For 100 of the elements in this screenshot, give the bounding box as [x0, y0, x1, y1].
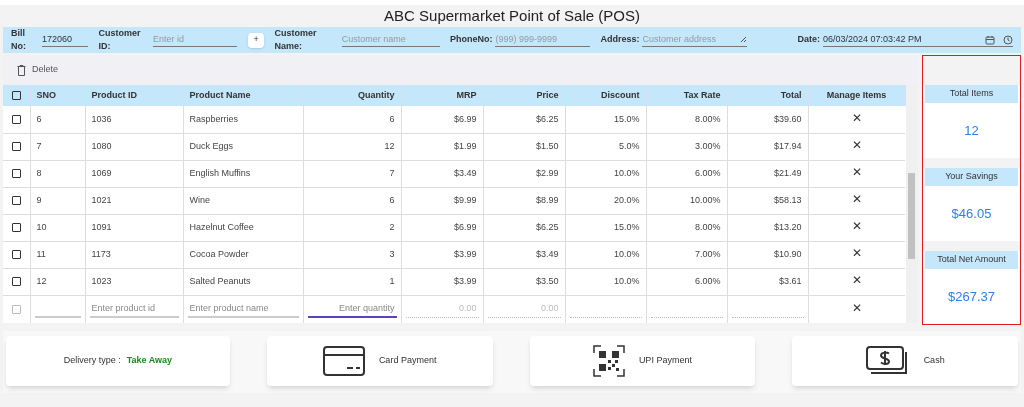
table-cell: 1069 — [91, 167, 112, 178]
table-cell: 8.00% — [694, 221, 721, 232]
checkbox[interactable] — [11, 250, 21, 259]
table-cell: 12 — [36, 275, 47, 286]
checkbox[interactable] — [11, 142, 21, 151]
payment-button[interactable]: UPI Payment — [529, 336, 756, 386]
input-field[interactable]: 06/03/2024 07:03:42 PM — [823, 33, 1013, 47]
table-cell: 8.00% — [694, 113, 721, 124]
remove-item-button[interactable]: ✕ — [851, 139, 862, 152]
table-cell: 7 — [389, 167, 395, 178]
table-cell: Salted Peanuts — [189, 275, 251, 286]
summary-value: $267.37 — [948, 287, 995, 306]
remove-item-button[interactable]: ✕ — [851, 247, 862, 260]
input-field[interactable]: 172060 — [42, 33, 89, 47]
column-header: Manage Items — [826, 89, 887, 100]
qr-code-icon — [592, 345, 625, 377]
payment-button[interactable]: Card Payment — [266, 336, 493, 386]
remove-item-button[interactable]: ✕ — [851, 193, 862, 206]
table-cell: $9.99 — [453, 194, 477, 205]
table-cell: Duck Eggs — [189, 140, 234, 151]
table-cell: $3.99 — [453, 248, 477, 259]
table-cell: 2 — [389, 221, 395, 232]
field-label: Date: — [797, 33, 820, 47]
table-cell: 20.0% — [613, 194, 640, 205]
checkbox[interactable] — [11, 304, 21, 314]
table-cell: 1036 — [91, 113, 112, 124]
table-cell: $6.99 — [453, 113, 477, 124]
column-header: Discount — [601, 89, 640, 100]
remove-item-button[interactable]: ✕ — [851, 220, 862, 233]
table-cell: 6 — [389, 113, 395, 124]
table-cell: 12 — [384, 140, 395, 151]
table-cell: 1021 — [91, 194, 112, 205]
table-cell: $39.60 — [773, 113, 802, 124]
window-title: ABC Supermarket Point of Sale (POS) — [384, 5, 640, 26]
clock-icon[interactable] — [1003, 34, 1013, 45]
column-header: Total — [780, 89, 802, 100]
delivery-label: Delivery type : — [63, 354, 121, 368]
remove-item-button[interactable]: ✕ — [851, 166, 862, 179]
table-cell: $6.25 — [535, 113, 559, 124]
table-cell: Cocoa Powder — [189, 248, 249, 259]
column-header: Product Name — [189, 89, 251, 100]
table-cell: 3 — [389, 248, 395, 259]
remove-item-button[interactable]: ✕ — [851, 302, 862, 314]
table-cell: 1080 — [91, 140, 112, 151]
table-cell: $3.99 — [453, 275, 477, 286]
table-cell: 1173 — [91, 248, 111, 259]
field-label: Bill No: — [11, 26, 27, 53]
input-field[interactable]: Enter product name — [187, 300, 299, 318]
credit-card-icon — [322, 346, 365, 376]
table-cell: $3.49 — [453, 167, 477, 178]
column-header: SNO — [36, 89, 56, 100]
checkbox[interactable] — [11, 223, 21, 232]
table-cell: Wine — [189, 194, 210, 205]
table-cell: $6.99 — [453, 221, 477, 232]
table-cell: $10.90 — [773, 248, 802, 259]
checkbox[interactable] — [11, 91, 21, 100]
delivery-value: Take Away — [126, 354, 173, 368]
column-header: Quantity — [358, 89, 395, 100]
add-customer-button[interactable]: + — [247, 32, 265, 48]
table-cell: 10.00% — [689, 194, 721, 205]
column-header: Product ID — [91, 89, 137, 100]
table-cell: 3.00% — [694, 140, 721, 151]
table-cell: 7 — [36, 140, 42, 151]
table-cell: $2.99 — [535, 167, 559, 178]
table-cell: $3.50 — [535, 275, 559, 286]
table-cell: 6.00% — [694, 167, 721, 178]
checkbox[interactable] — [11, 114, 21, 124]
table-cell: English Muffins — [189, 167, 251, 178]
table-cell: 6 — [36, 113, 42, 124]
table-cell: Raspberries — [189, 113, 239, 124]
input-field[interactable]: Enter quantity — [307, 300, 397, 318]
table-cell: 7.00% — [694, 248, 721, 259]
remove-item-button[interactable]: ✕ — [851, 274, 862, 287]
input-field[interactable]: Enter product id — [89, 300, 179, 318]
delete-button[interactable]: Delete — [17, 63, 58, 77]
resize-handle-icon[interactable] — [740, 36, 748, 43]
field-label: Customer ID: — [98, 26, 142, 53]
remove-item-button[interactable]: ✕ — [851, 112, 862, 124]
table-cell: 11 — [36, 248, 46, 259]
cash-icon — [865, 346, 910, 376]
payment-button[interactable]: Cash — [792, 336, 1018, 386]
checkbox[interactable] — [11, 196, 21, 205]
table-cell: 15.0% — [613, 113, 640, 124]
table-cell: $1.50 — [535, 140, 559, 151]
calendar-icon[interactable] — [985, 34, 995, 45]
table-cell: $17.94 — [773, 140, 802, 151]
summary-value: $46.05 — [951, 204, 992, 223]
table-cell: 10.0% — [613, 248, 640, 259]
table-cell: $21.49 — [773, 167, 802, 178]
table-cell: Hazelnut Coffee — [189, 221, 254, 232]
field-label: Address: — [600, 33, 640, 47]
table-cell: 15.0% — [613, 221, 640, 232]
checkbox[interactable] — [11, 277, 21, 286]
table-cell: $58.13 — [773, 194, 802, 205]
summary-label: Total Net Amount — [937, 253, 1006, 267]
checkbox[interactable] — [11, 169, 21, 178]
table-cell: 5.0% — [619, 140, 640, 151]
summary-label: Your Savings — [945, 170, 998, 184]
table-cell: 1 — [389, 275, 395, 286]
table-cell: $1.99 — [453, 140, 477, 151]
